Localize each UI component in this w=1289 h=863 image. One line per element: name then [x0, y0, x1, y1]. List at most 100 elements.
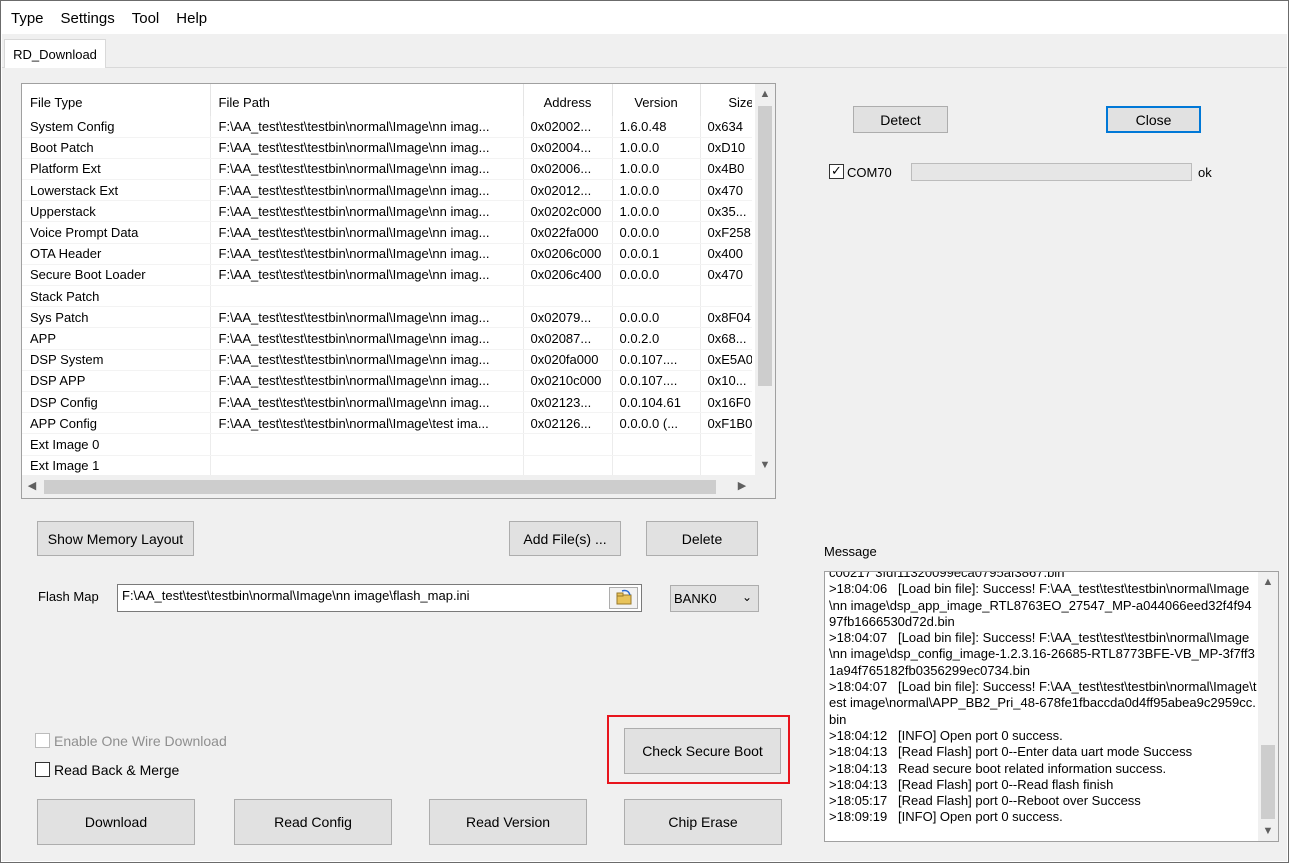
menu-tool[interactable]: Tool: [123, 10, 168, 27]
bank-select[interactable]: BANK0 ⌄: [670, 585, 759, 612]
message-label: Message: [824, 544, 877, 559]
table-row[interactable]: Ext Image 1: [22, 455, 752, 475]
delete-button[interactable]: Delete: [646, 521, 758, 556]
table-row[interactable]: System Config F:\AA_test\test\testbin\nor…: [22, 116, 752, 138]
column-header-file-path[interactable]: File Path: [210, 84, 524, 116]
cell-version: 1.0.0.0: [612, 137, 701, 159]
table-vertical-scrollbar[interactable]: ▲ ▼: [755, 84, 775, 475]
read-config-button[interactable]: Read Config: [234, 799, 392, 845]
cell-file-type: Secure Boot Loader: [22, 264, 211, 287]
cell-file-path: F:\AA_test\test\testbin\normal\Image\nn …: [210, 391, 524, 414]
file-table[interactable]: File Type File Path Address Version Size…: [21, 83, 776, 499]
cell-size: 0xF258: [700, 221, 752, 244]
chevron-down-icon: ⌄: [741, 590, 752, 604]
table-row[interactable]: Upperstack F:\AA_test\test\testbin\normal…: [22, 200, 752, 223]
cell-size: 0x68...: [700, 327, 752, 350]
message-line: c00217 3fdf11320099eca0795af3867.bin: [829, 571, 1065, 580]
menu-bar: Type Settings Tool Help: [2, 2, 1287, 34]
cell-address: 0x02004...: [523, 137, 613, 159]
cell-file-path: F:\AA_test\test\testbin\normal\Image\nn …: [210, 370, 524, 392]
scroll-right-arrow-icon[interactable]: ▶: [732, 475, 752, 498]
message-log-text: c00217 3fdf11320099eca0795af3867.bin >18:…: [829, 571, 1257, 826]
cell-address: 0x02126...: [523, 412, 613, 435]
table-horizontal-scrollbar[interactable]: ◀ ▶: [22, 475, 775, 498]
table-body: System Config F:\AA_test\test\testbin\nor…: [22, 116, 752, 475]
table-row[interactable]: Lowerstack Ext F:\AA_test\test\testbin\no…: [22, 179, 752, 202]
com-port-checkbox[interactable]: ✓: [829, 164, 844, 179]
table-row[interactable]: Sys Patch F:\AA_test\test\testbin\normal\…: [22, 306, 752, 329]
cell-address: [523, 455, 613, 475]
close-button[interactable]: Close: [1106, 106, 1201, 133]
cell-file-type: Lowerstack Ext: [22, 179, 211, 202]
message-line: >18:04:07 [Load bin file]: Success! F:\A…: [829, 679, 1257, 727]
table-row[interactable]: Boot Patch F:\AA_test\test\testbin\normal…: [22, 137, 752, 159]
cell-file-path: [210, 455, 524, 475]
message-vertical-scrollbar[interactable]: ▲ ▼: [1258, 572, 1278, 841]
scroll-thumb[interactable]: [44, 480, 716, 494]
cell-version: [612, 433, 701, 456]
cell-address: [523, 433, 613, 456]
cell-address: 0x02006...: [523, 158, 613, 181]
table-row[interactable]: Ext Image 0: [22, 433, 752, 456]
menu-settings[interactable]: Settings: [52, 10, 123, 27]
cell-size: 0x470: [700, 179, 752, 202]
cell-address: 0x0206c000: [523, 243, 613, 265]
com-port-status: ok: [1198, 165, 1212, 180]
table-row[interactable]: Platform Ext F:\AA_test\test\testbin\norm…: [22, 158, 752, 181]
table-row[interactable]: Stack Patch: [22, 285, 752, 308]
column-header-size[interactable]: Size: [700, 84, 752, 116]
cell-file-path: F:\AA_test\test\testbin\normal\Image\nn …: [210, 243, 524, 265]
cell-size: 0x10...: [700, 370, 752, 392]
cell-file-type: Sys Patch: [22, 306, 211, 329]
cell-version: 0.0.0.0 (...: [612, 412, 701, 435]
message-line: >18:04:13 Read secure boot related infor…: [829, 760, 1167, 776]
table-row[interactable]: Secure Boot Loader F:\AA_test\test\testbi…: [22, 264, 752, 287]
cell-file-path: F:\AA_test\test\testbin\normal\Image\nn …: [210, 200, 524, 223]
detect-button[interactable]: Detect: [853, 106, 948, 133]
scroll-up-arrow-icon[interactable]: ▲: [755, 84, 775, 104]
scroll-down-arrow-icon[interactable]: ▼: [1258, 821, 1278, 841]
enable-one-wire-checkbox[interactable]: [35, 733, 50, 748]
table-row[interactable]: DSP Config F:\AA_test\test\testbin\normal…: [22, 391, 752, 414]
cell-size: 0x35...: [700, 200, 752, 223]
cell-file-path: F:\AA_test\test\testbin\normal\Image\nn …: [210, 349, 524, 371]
scroll-down-arrow-icon[interactable]: ▼: [755, 455, 775, 475]
cell-address: 0x02012...: [523, 179, 613, 202]
scroll-thumb[interactable]: [758, 106, 772, 386]
cell-version: 1.0.0.0: [612, 200, 701, 223]
message-log[interactable]: c00217 3fdf11320099eca0795af3867.bin >18:…: [824, 571, 1279, 842]
cell-size: 0xF1B0: [700, 412, 752, 435]
column-header-file-type[interactable]: File Type: [22, 84, 211, 116]
read-version-button[interactable]: Read Version: [429, 799, 587, 845]
cell-address: 0x022fa000: [523, 221, 613, 244]
cell-file-type: APP: [22, 327, 211, 350]
scroll-up-arrow-icon[interactable]: ▲: [1258, 572, 1278, 592]
cell-file-path: F:\AA_test\test\testbin\normal\Image\nn …: [210, 264, 524, 287]
cell-size: 0xE5A0: [700, 349, 752, 371]
check-secure-boot-button[interactable]: Check Secure Boot: [624, 728, 781, 774]
menu-type[interactable]: Type: [2, 10, 52, 27]
chip-erase-button[interactable]: Chip Erase: [624, 799, 782, 845]
table-row[interactable]: Voice Prompt Data F:\AA_test\test\testbin…: [22, 221, 752, 244]
table-row[interactable]: DSP System F:\AA_test\test\testbin\normal…: [22, 349, 752, 371]
column-header-version[interactable]: Version: [612, 84, 701, 116]
flash-map-path-field[interactable]: F:\AA_test\test\testbin\normal\Image\nn …: [117, 584, 642, 612]
add-files-button[interactable]: Add File(s) ...: [509, 521, 621, 556]
menu-help[interactable]: Help: [167, 10, 215, 27]
scroll-thumb[interactable]: [1261, 745, 1275, 819]
read-back-merge-checkbox[interactable]: [35, 762, 50, 777]
column-header-address[interactable]: Address: [523, 84, 613, 116]
scroll-left-arrow-icon[interactable]: ◀: [22, 475, 42, 498]
table-row[interactable]: APP Config F:\AA_test\test\testbin\normal…: [22, 412, 752, 435]
table-row[interactable]: OTA Header F:\AA_test\test\testbin\normal…: [22, 243, 752, 265]
cell-size: 0x634: [700, 116, 752, 138]
cell-file-type: System Config: [22, 116, 211, 138]
browse-folder-button[interactable]: [609, 587, 638, 609]
cell-address: 0x02123...: [523, 391, 613, 414]
show-memory-layout-button[interactable]: Show Memory Layout: [37, 521, 194, 556]
cell-size: [700, 455, 752, 475]
download-button[interactable]: Download: [37, 799, 195, 845]
tab-rd-download[interactable]: RD_Download: [4, 39, 106, 69]
table-row[interactable]: DSP APP F:\AA_test\test\testbin\normal\Im…: [22, 370, 752, 392]
table-row[interactable]: APP F:\AA_test\test\testbin\normal\Image\…: [22, 327, 752, 350]
